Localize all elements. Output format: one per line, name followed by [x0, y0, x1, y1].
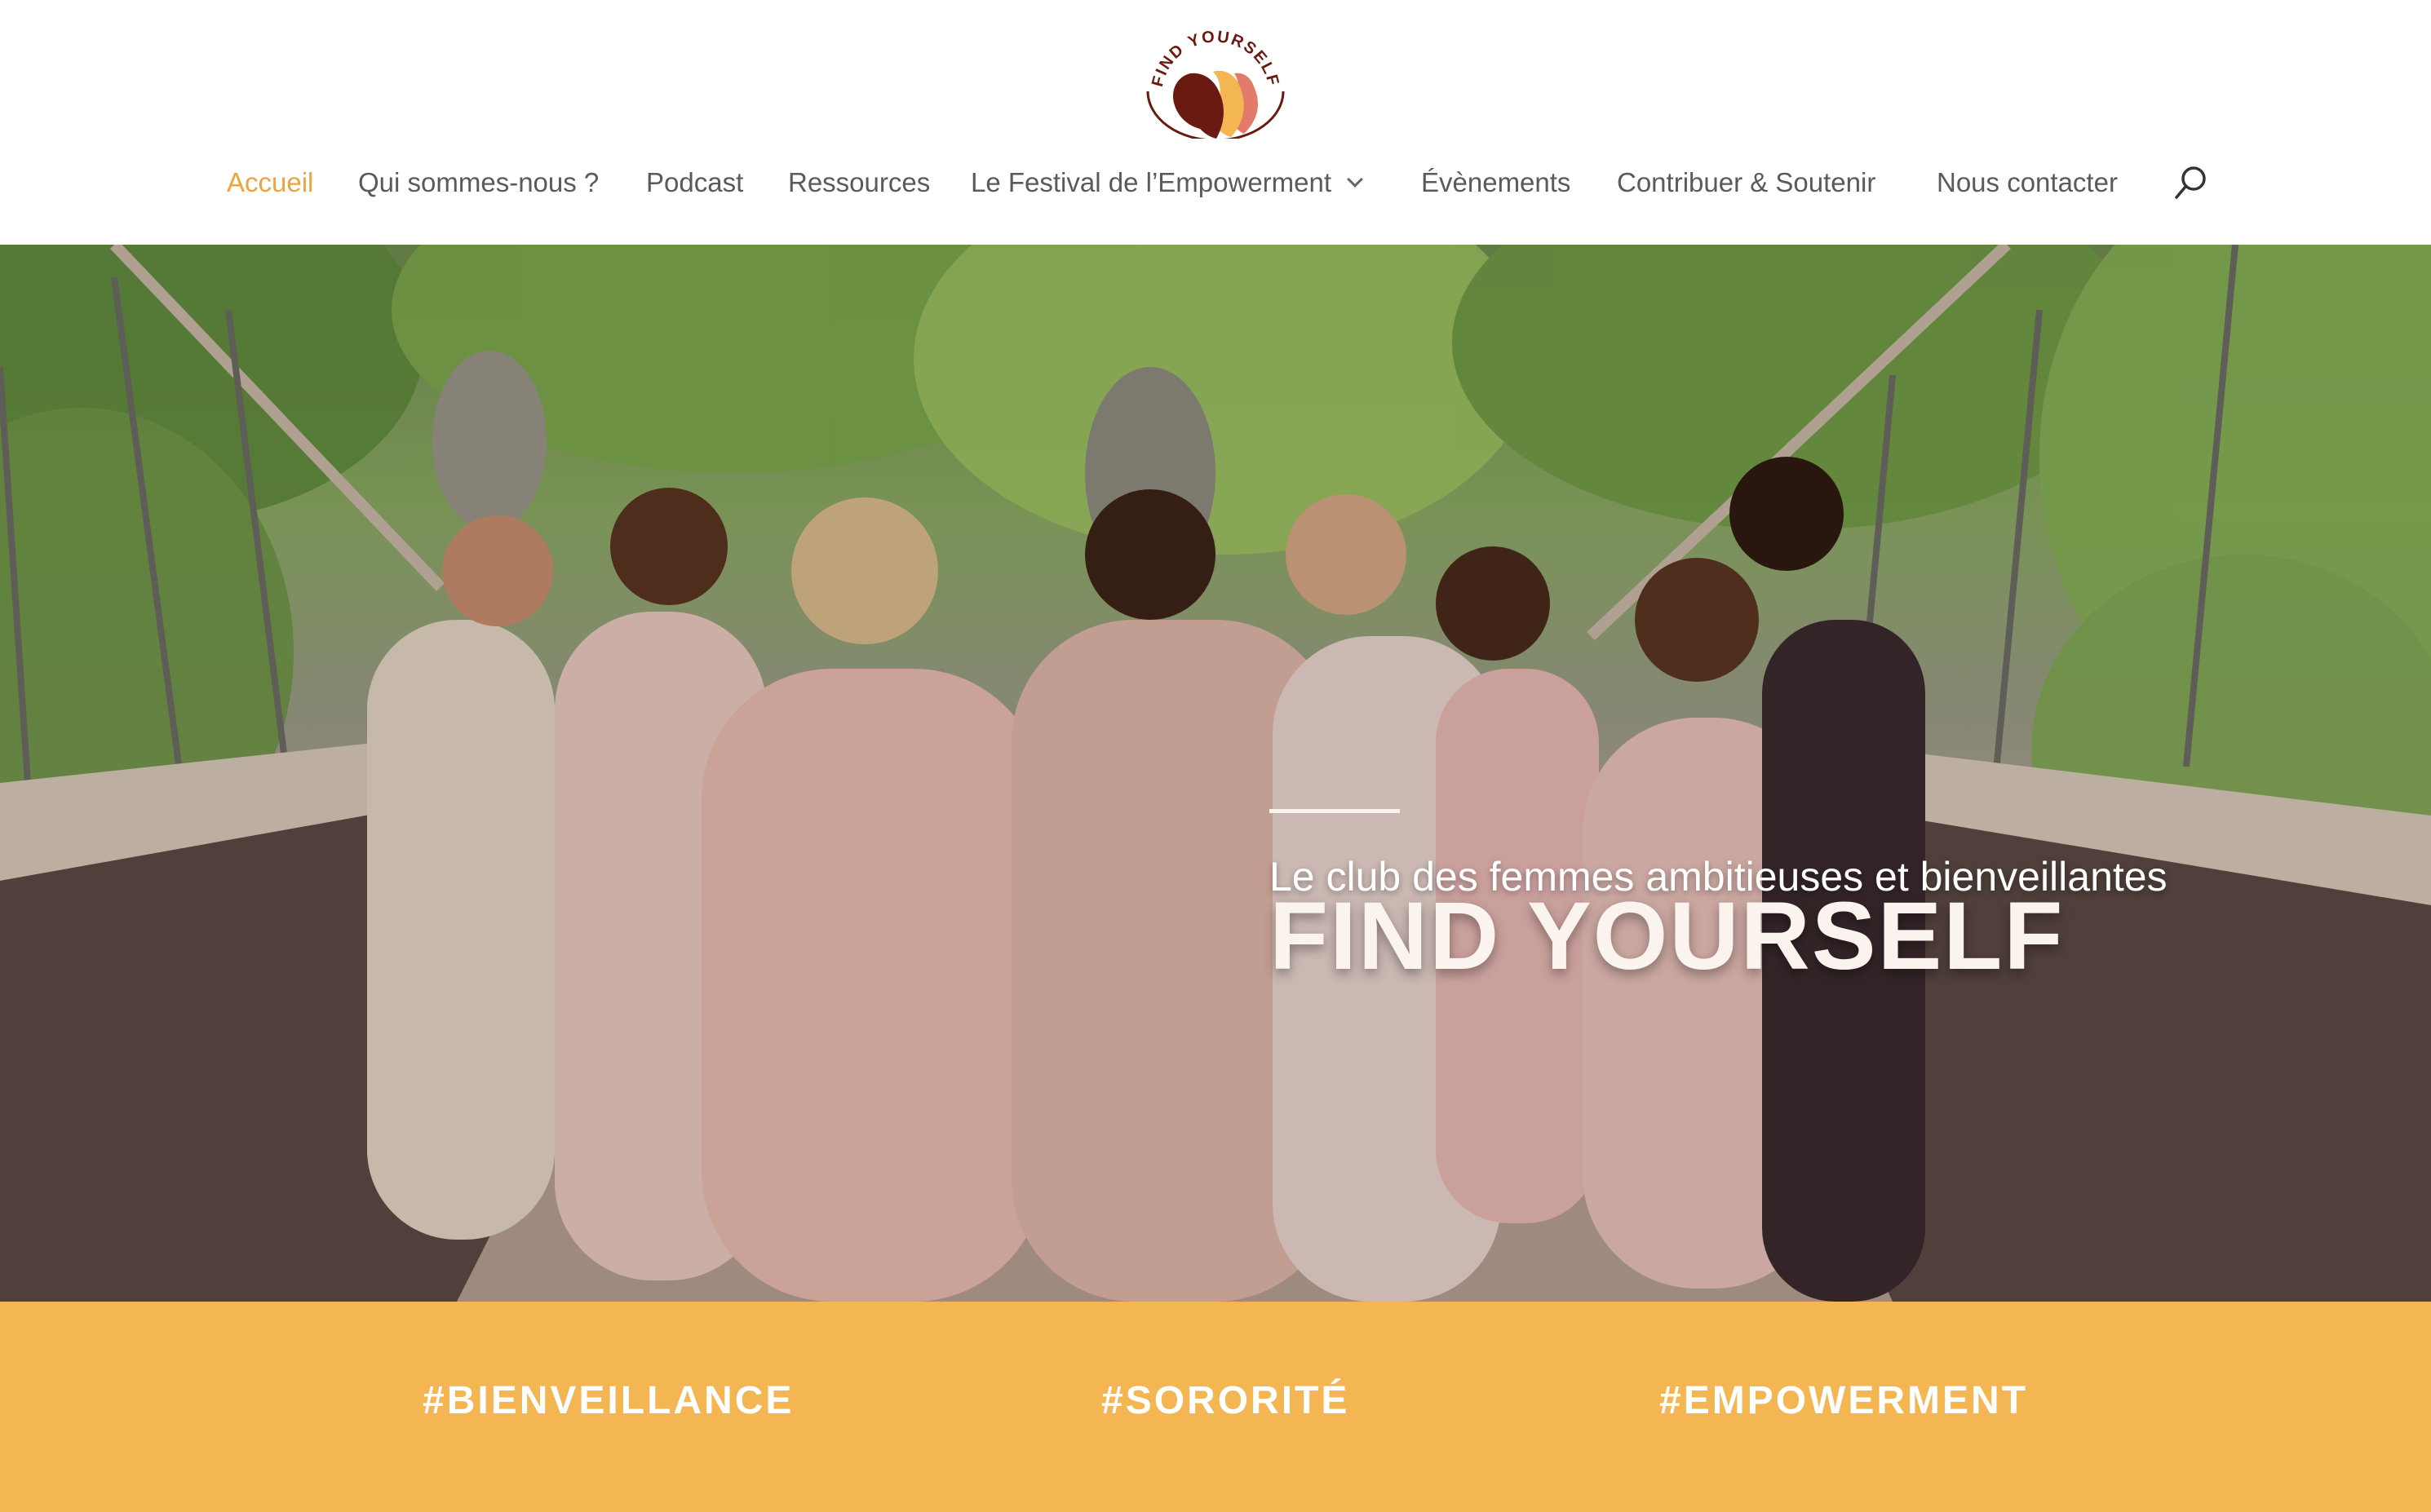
- chevron-down-icon: [1347, 171, 1363, 188]
- svg-text:FIND YOURSELF: FIND YOURSELF: [1149, 28, 1282, 89]
- logo-text: FIND YOURSELF: [1149, 28, 1281, 89]
- hero-subtitle: Le club des femmes ambitieuses et bienve…: [1269, 854, 2168, 900]
- nav-item-contribuer[interactable]: Contribuer & Soutenir: [1617, 160, 1875, 206]
- site-header: FIND YOURSELF Accueil Qui sommes-nous ? …: [0, 0, 2431, 245]
- tag-sororite: #SORORITÉ: [1101, 1379, 1350, 1422]
- nav-item-podcast[interactable]: Podcast: [646, 160, 743, 206]
- hero-divider: [1269, 809, 1400, 813]
- tag-empowerment: #EMPOWERMENT: [1659, 1379, 2029, 1422]
- nav-item-ressources[interactable]: Ressources: [788, 160, 930, 206]
- search-icon: [2175, 166, 2206, 199]
- nav-item-festival[interactable]: Le Festival de l’Empowerment: [971, 160, 1363, 206]
- site-logo[interactable]: FIND YOURSELF: [1138, 11, 1293, 142]
- nav-item-evenements[interactable]: Évènements: [1421, 160, 1570, 206]
- hero-section: FIND YOURSELF: [0, 245, 2431, 1302]
- hero-photo: [0, 245, 2431, 1302]
- nav-item-qui-sommes-nous[interactable]: Qui sommes-nous ?: [358, 160, 599, 206]
- search-button[interactable]: [2173, 163, 2209, 202]
- main-nav: Accueil Qui sommes-nous ? Podcast Ressou…: [0, 160, 2431, 206]
- tag-bienveillance: #BIENVEILLANCE: [423, 1379, 795, 1422]
- nav-item-accueil[interactable]: Accueil: [227, 160, 313, 206]
- logo-graphic: FIND YOURSELF: [1146, 28, 1285, 142]
- nav-item-contact[interactable]: Nous contacter: [1937, 160, 2118, 206]
- nav-item-festival-label: Le Festival de l’Empowerment: [971, 167, 1332, 197]
